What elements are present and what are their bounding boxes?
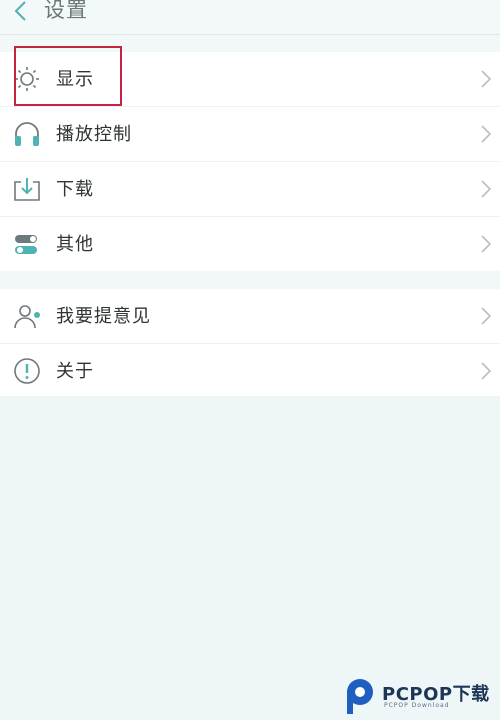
settings-item-label: 我要提意见 (56, 306, 151, 327)
settings-item-label: 下载 (56, 179, 94, 200)
chevron-right-icon (481, 70, 492, 88)
settings-item-other[interactable]: 其他 (0, 217, 500, 271)
headphones-icon (15, 122, 39, 146)
highlight-box (14, 46, 122, 106)
settings-item-playback[interactable]: 播放控制 (0, 107, 500, 162)
content-background (0, 396, 500, 720)
settings-item-about[interactable]: 关于 (0, 344, 500, 398)
page-title: 设置 (44, 0, 88, 22)
settings-item-label: 关于 (56, 361, 94, 382)
chevron-right-icon (481, 362, 492, 380)
settings-item-feedback[interactable]: 我要提意见 (0, 289, 500, 344)
app-header: 设置 (0, 0, 500, 35)
watermark-subtitle: PCPOP Download (384, 702, 450, 709)
settings-item-label: 播放控制 (56, 124, 132, 145)
chevron-right-icon (481, 307, 492, 325)
chevron-right-icon (481, 235, 492, 253)
settings-group-support: 我要提意见 关于 (0, 289, 500, 398)
toggles-icon (15, 235, 37, 254)
download-tray-icon (14, 178, 40, 201)
settings-item-label: 其他 (56, 234, 94, 255)
pcpop-logo-icon (347, 679, 373, 714)
chevron-left-icon[interactable] (10, 0, 32, 24)
info-circle-icon (14, 358, 40, 384)
chevron-right-icon (481, 125, 492, 143)
user-feedback-icon (14, 305, 40, 329)
settings-item-download[interactable]: 下载 (0, 162, 500, 217)
chevron-right-icon (481, 180, 492, 198)
watermark: PCPOP下载 PCPOP Download (344, 676, 500, 720)
